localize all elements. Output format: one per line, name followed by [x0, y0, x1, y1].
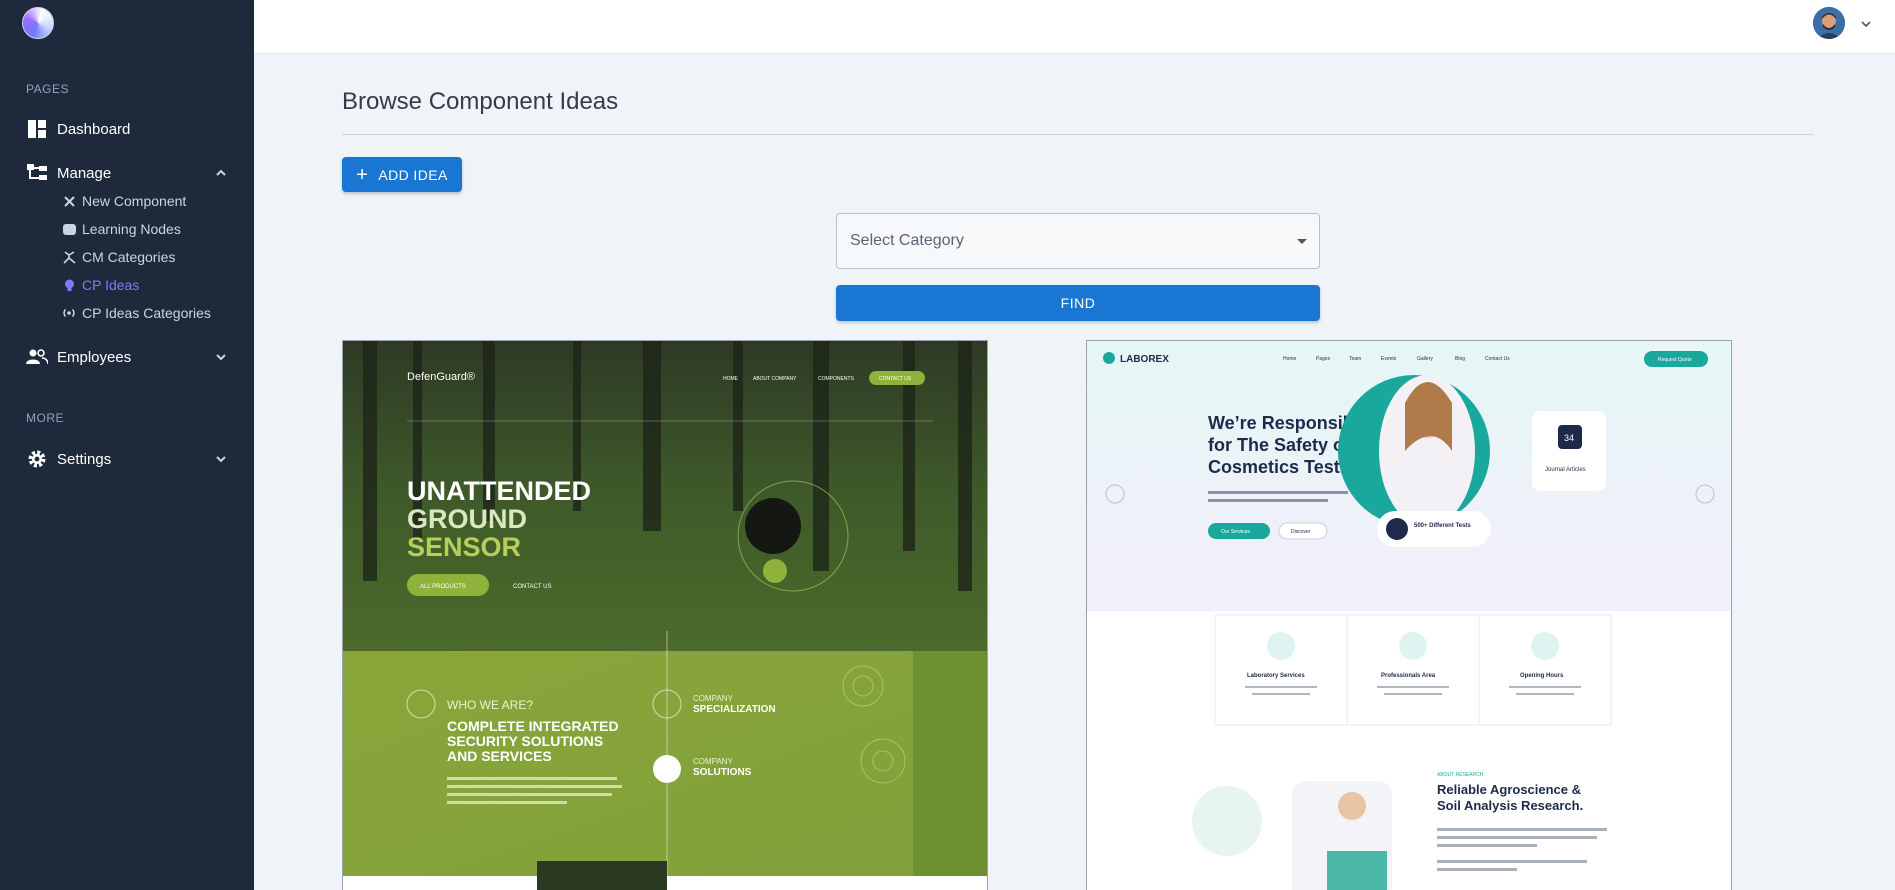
- svg-text:SPECIALIZATION: SPECIALIZATION: [693, 704, 776, 715]
- add-idea-label: ADD IDEA: [378, 166, 448, 183]
- sidebar-item-label: Dashboard: [57, 120, 131, 138]
- sidebar-subitem-label: CP Ideas Categories: [82, 305, 211, 321]
- node-icon: [62, 222, 76, 236]
- hierarchy-icon: [26, 163, 48, 183]
- sidebar-subitem-cp-ideas-categories[interactable]: CP Ideas Categories: [62, 305, 211, 321]
- dashboard-icon: [26, 119, 48, 139]
- sidebar-subitem-label: CM Categories: [82, 249, 176, 265]
- chevron-down-icon: [216, 354, 226, 361]
- sidebar: PAGES Dashboard Manage New Component Lea…: [0, 0, 254, 890]
- sidebar-item-employees[interactable]: Employees: [26, 347, 228, 367]
- plus-icon: +: [356, 163, 369, 186]
- sidebar-subitem-label: CP Ideas: [82, 277, 140, 293]
- chevron-down-icon: [216, 456, 226, 463]
- gear-icon: [26, 449, 48, 469]
- svg-text:Reliable Agroscience &: Reliable Agroscience &: [1437, 782, 1581, 797]
- svg-text:ALL PRODUCTS: ALL PRODUCTS: [420, 584, 466, 590]
- sidebar-subitem-new-component[interactable]: New Component: [62, 193, 186, 209]
- svg-text:SOLUTIONS: SOLUTIONS: [693, 767, 752, 778]
- app-logo[interactable]: [22, 7, 54, 39]
- svg-text:CONTACT US: CONTACT US: [513, 584, 551, 590]
- svg-text:DefenGuard®: DefenGuard®: [407, 371, 475, 383]
- people-icon: [26, 347, 48, 367]
- chevron-up-icon: [216, 169, 226, 176]
- svg-text:Journal Articles: Journal Articles: [1545, 467, 1586, 473]
- svg-text:Laboratory Services: Laboratory Services: [1247, 673, 1305, 679]
- sidebar-subitem-cm-categories[interactable]: CM Categories: [62, 249, 175, 265]
- bulb-icon: [62, 278, 76, 292]
- tools-icon: [62, 194, 76, 208]
- caret-down-icon: [1297, 239, 1307, 244]
- svg-text:Team: Team: [1349, 356, 1361, 362]
- sidebar-item-label: Settings: [57, 450, 112, 468]
- svg-text:500+ Different Tests: 500+ Different Tests: [1414, 523, 1471, 529]
- sidebar-item-settings[interactable]: Settings: [26, 449, 228, 469]
- svg-text:Blog: Blog: [1455, 356, 1465, 362]
- idea-card-defenguard[interactable]: DefenGuard® HOME ABOUT COMPANY COMPONENT…: [342, 340, 988, 890]
- category-select[interactable]: Select Category: [836, 213, 1320, 269]
- svg-text:Our Services: Our Services: [1221, 529, 1250, 535]
- sidebar-item-label: Manage: [57, 164, 112, 182]
- svg-text:Home: Home: [1283, 356, 1297, 362]
- chevron-down-icon[interactable]: [1859, 17, 1873, 31]
- svg-text:UNATTENDED: UNATTENDED: [407, 476, 591, 506]
- svg-text:SECURITY SOLUTIONS: SECURITY SOLUTIONS: [447, 733, 603, 749]
- svg-text:HOME: HOME: [723, 376, 739, 382]
- svg-text:Request Quote: Request Quote: [1658, 357, 1692, 363]
- svg-text:GROUND: GROUND: [407, 504, 527, 534]
- svg-text:34: 34: [1564, 433, 1574, 443]
- svg-text:CONTACT US: CONTACT US: [879, 376, 912, 382]
- card-preview-defenguard: DefenGuard® HOME ABOUT COMPANY COMPONENT…: [343, 341, 987, 890]
- branch-icon: [62, 250, 76, 264]
- svg-text:Pages: Pages: [1316, 356, 1331, 362]
- sidebar-item-label: Employees: [57, 348, 132, 366]
- svg-text:LABOREX: LABOREX: [1120, 354, 1169, 365]
- sidebar-subitem-cp-ideas[interactable]: CP Ideas: [62, 277, 139, 293]
- avatar[interactable]: [1813, 7, 1845, 39]
- svg-text:AND SERVICES: AND SERVICES: [447, 748, 552, 764]
- page-title: Browse Component Ideas: [342, 88, 619, 115]
- sidebar-subitem-label: New Component: [82, 193, 187, 209]
- section-label-more: MORE: [26, 411, 64, 425]
- svg-text:Professionals Area: Professionals Area: [1381, 673, 1436, 679]
- sidebar-item-manage[interactable]: Manage: [26, 163, 228, 183]
- svg-text:ABOUT COMPANY: ABOUT COMPANY: [753, 376, 797, 382]
- svg-text:COMPANY: COMPANY: [693, 694, 734, 703]
- svg-text:COMPLETE INTEGRATED: COMPLETE INTEGRATED: [447, 718, 619, 734]
- sidebar-item-dashboard[interactable]: Dashboard: [26, 119, 130, 139]
- find-button[interactable]: FIND: [836, 285, 1320, 321]
- sidebar-subitem-learning-nodes[interactable]: Learning Nodes: [62, 221, 181, 237]
- sidebar-subitem-label: Learning Nodes: [82, 221, 181, 237]
- svg-text:for The Safety of: for The Safety of: [1208, 435, 1351, 455]
- svg-text:COMPANY: COMPANY: [693, 757, 734, 766]
- svg-text:Discover: Discover: [1291, 529, 1311, 535]
- card-preview-laborex: LABOREX Home Pages Team Events Gallery B…: [1087, 341, 1731, 890]
- svg-text:Contact Us: Contact Us: [1485, 356, 1510, 362]
- svg-text:ABOUT RESEARCH: ABOUT RESEARCH: [1437, 772, 1484, 778]
- idea-card-laborex[interactable]: LABOREX Home Pages Team Events Gallery B…: [1086, 340, 1732, 890]
- section-label-pages: PAGES: [26, 82, 69, 96]
- broadcast-icon: [62, 306, 76, 320]
- svg-text:SENSOR: SENSOR: [407, 532, 521, 562]
- svg-text:COMPONENTS: COMPONENTS: [818, 376, 855, 382]
- svg-text:Soil Analysis Research.: Soil Analysis Research.: [1437, 798, 1583, 813]
- divider: [342, 134, 1813, 135]
- svg-text:Opening Hours: Opening Hours: [1520, 673, 1564, 679]
- top-bar: [254, 0, 1895, 54]
- svg-text:Gallery: Gallery: [1417, 356, 1433, 362]
- svg-text:WHO WE ARE?: WHO WE ARE?: [447, 698, 533, 712]
- add-idea-button[interactable]: + ADD IDEA: [342, 157, 462, 192]
- svg-text:Events: Events: [1381, 356, 1397, 362]
- category-select-placeholder: Select Category: [850, 232, 964, 249]
